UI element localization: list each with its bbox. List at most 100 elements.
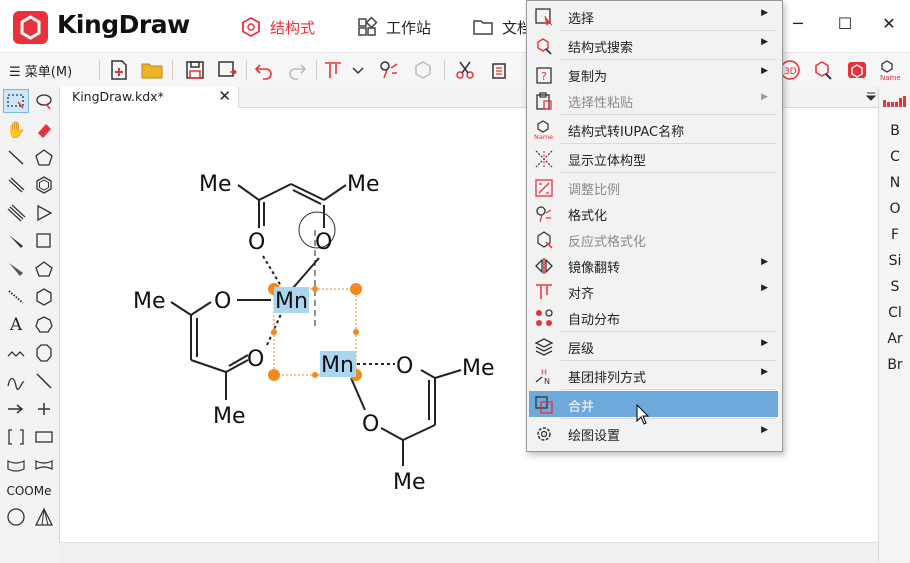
octagon-tool[interactable] xyxy=(31,341,57,365)
open-folder-icon[interactable] xyxy=(140,58,164,82)
menu-item-to-iupac[interactable]: Name 结构式转IUPAC名称 xyxy=(529,116,778,142)
lasso-select-tool[interactable] xyxy=(3,89,29,113)
element-br[interactable]: Br xyxy=(879,357,910,373)
copy-icon[interactable] xyxy=(487,58,511,82)
maximize-button[interactable]: ☐ xyxy=(833,12,857,36)
format-icon xyxy=(536,206,552,223)
menu-item-layer[interactable]: 层级 ▶ xyxy=(529,333,778,359)
close-button[interactable]: ✕ xyxy=(877,12,901,36)
tab-documents[interactable]: 文档 xyxy=(472,12,532,42)
hexagon-tool[interactable] xyxy=(31,285,57,309)
element-c[interactable]: C xyxy=(879,149,910,165)
arrow-tool[interactable] xyxy=(3,397,29,421)
pentagon-ring-tool[interactable] xyxy=(31,257,57,281)
menu-item-label: 选择 xyxy=(568,12,595,27)
atom-label: O xyxy=(248,230,265,255)
tab-structure[interactable]: 结构式 xyxy=(240,12,315,42)
toolbar-divider xyxy=(246,60,247,80)
element-b[interactable]: B xyxy=(879,123,910,139)
menu-item-select[interactable]: 选择 ▶ xyxy=(529,3,778,29)
format-icon[interactable] xyxy=(377,58,401,82)
submenu-arrow-icon: ▶ xyxy=(761,367,768,377)
element-n[interactable]: N xyxy=(879,175,910,191)
menu-item-drawing-settings[interactable]: 绘图设置 ▶ xyxy=(529,420,778,446)
new-file-icon[interactable] xyxy=(107,58,131,82)
bracket-tool[interactable] xyxy=(3,425,29,449)
menu-item-group-arrangement[interactable]: HN 基团排列方式 ▶ xyxy=(529,362,778,388)
menu-item-mirror-flip[interactable]: 镜像翻转 ▶ xyxy=(529,252,778,278)
submenu-arrow-icon: ▶ xyxy=(761,257,768,267)
align-top-icon[interactable] xyxy=(322,58,346,82)
menu-item-structure-search[interactable]: 结构式搜索 ▶ xyxy=(529,32,778,58)
triple-bond-icon xyxy=(7,204,26,222)
menu-item-merge[interactable]: 合并 xyxy=(529,391,778,417)
lasso-tool[interactable] xyxy=(31,89,57,113)
line-tool[interactable] xyxy=(31,369,57,393)
menu-item-reaction-format[interactable]: 反应式格式化 xyxy=(529,226,778,252)
menu-item-adjust-scale[interactable]: 调整比例 xyxy=(529,174,778,200)
bold-wedge-tool[interactable] xyxy=(3,257,29,281)
bold-wedge-icon xyxy=(9,263,23,276)
element-ar[interactable]: Ar xyxy=(879,331,910,347)
menu-divider xyxy=(561,331,776,332)
svg-text:H: H xyxy=(541,368,547,377)
reaction-format-icon[interactable] xyxy=(411,58,435,82)
single-bond-tool[interactable] xyxy=(3,145,29,169)
undo-icon[interactable] xyxy=(252,58,276,82)
save-icon[interactable] xyxy=(183,58,207,82)
chevron-down-icon[interactable] xyxy=(346,58,370,82)
curve-tool[interactable] xyxy=(3,369,29,393)
structure-search-icon[interactable] xyxy=(811,58,835,82)
scissors-icon[interactable] xyxy=(453,58,477,82)
double-bond-tool[interactable] xyxy=(3,173,29,197)
circle-tool[interactable] xyxy=(3,505,29,529)
eraser-tool[interactable] xyxy=(31,117,57,141)
benzene-tool[interactable] xyxy=(31,173,57,197)
redo-icon[interactable] xyxy=(285,58,309,82)
hand-icon: ✋ xyxy=(6,119,26,139)
tab-workstation[interactable]: 工作站 xyxy=(356,12,431,42)
menu-divider xyxy=(561,114,776,115)
element-s[interactable]: S xyxy=(879,279,910,295)
element-si[interactable]: Si xyxy=(879,253,910,269)
atom-label: Me xyxy=(462,356,495,381)
save-as-icon[interactable] xyxy=(216,58,240,82)
element-o[interactable]: O xyxy=(879,201,910,217)
template-tool[interactable] xyxy=(3,453,29,477)
menu-item-paste-special[interactable]: 选择性粘贴 ▶ xyxy=(529,87,778,113)
minimize-button[interactable]: ─ xyxy=(786,12,810,36)
element-f[interactable]: F xyxy=(879,227,910,243)
menu-item-align[interactable]: 对齐 ▶ xyxy=(529,278,778,304)
image-icon[interactable] xyxy=(845,58,869,82)
tab-overflow-icon[interactable] xyxy=(866,91,876,101)
menu-item-copy-as[interactable]: ? 复制为 ▶ xyxy=(529,61,778,87)
triple-bond-tool[interactable] xyxy=(3,201,29,225)
pyramid-icon xyxy=(34,507,54,526)
template2-tool[interactable] xyxy=(31,453,57,477)
atom-label: Me xyxy=(347,172,380,197)
pan-tool[interactable]: ✋ xyxy=(3,117,29,141)
orbital-tool[interactable] xyxy=(31,505,57,529)
menu-item-show-stereo[interactable]: 显示立体构型 xyxy=(529,145,778,171)
heptagon-tool[interactable] xyxy=(31,313,57,337)
menu-item-label: 层级 xyxy=(568,342,595,357)
menu-item-format[interactable]: 格式化 xyxy=(529,200,778,226)
merge-icon xyxy=(535,396,553,414)
text-tool[interactable]: A xyxy=(3,313,29,337)
menu-button[interactable]: ☰ 菜单(M) xyxy=(9,61,72,80)
menu-item-auto-distribute[interactable]: 自动分布 xyxy=(529,304,778,330)
name-structure-icon[interactable]: Name xyxy=(878,58,902,82)
group-abbrev-tool[interactable]: COOMe xyxy=(1,479,57,503)
periodic-table-icon[interactable] xyxy=(882,92,906,108)
horizontal-scrollbar[interactable] xyxy=(59,542,877,563)
chain-tool[interactable] xyxy=(3,341,29,365)
rectangle-tool[interactable] xyxy=(31,425,57,449)
plus-tool[interactable] xyxy=(31,397,57,421)
menu-item-label: 自动分布 xyxy=(568,313,621,328)
pentagon-tool[interactable] xyxy=(31,145,57,169)
element-cl[interactable]: Cl xyxy=(879,305,910,321)
wedge-bond-tool[interactable] xyxy=(3,229,29,253)
triangle-tool[interactable] xyxy=(31,201,57,225)
square-tool[interactable] xyxy=(31,229,57,253)
hashed-bond-tool[interactable] xyxy=(3,285,29,309)
